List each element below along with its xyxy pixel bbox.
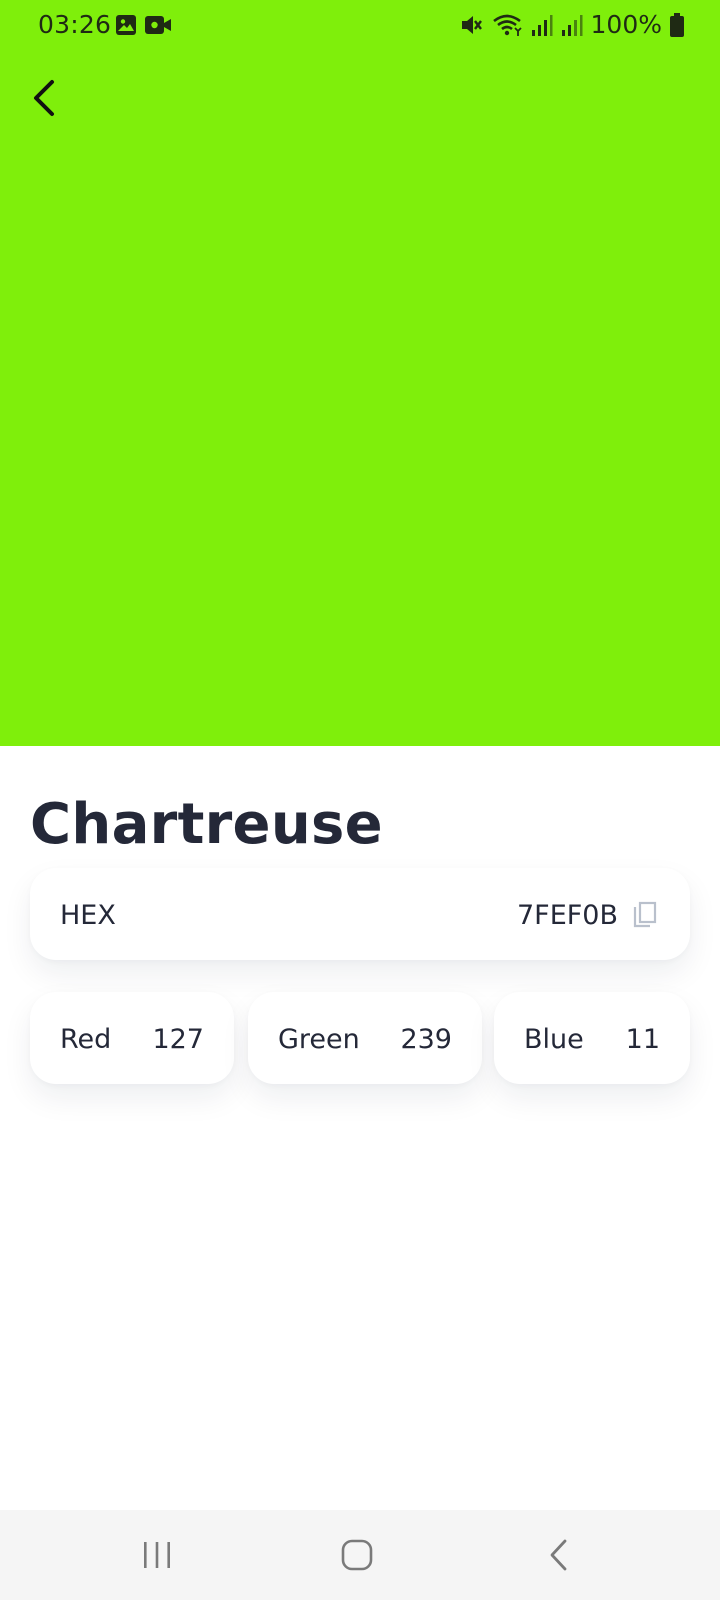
- blue-value: 11: [625, 1024, 660, 1055]
- back-button[interactable]: [20, 72, 68, 124]
- signal-icon: [531, 14, 553, 36]
- hex-value: 7FEF0B: [517, 900, 618, 931]
- copy-icon: [633, 901, 657, 928]
- hex-label: HEX: [60, 900, 116, 931]
- rgb-card-red: Red 127: [30, 992, 234, 1084]
- hex-card: HEX 7FEF0B: [30, 868, 690, 960]
- color-swatch: [0, 0, 720, 746]
- mute-icon: [461, 15, 482, 34]
- copy-hex-button[interactable]: [628, 898, 662, 932]
- rgb-card-green: Green 239: [248, 992, 482, 1084]
- status-left-icons: [114, 13, 172, 37]
- status-right: 100%: [459, 10, 684, 39]
- back-icon: [550, 1539, 567, 1571]
- battery-icon: [670, 12, 684, 37]
- nav-home-button[interactable]: [317, 1528, 397, 1582]
- green-label: Green: [278, 1024, 360, 1055]
- image-icon: [116, 15, 136, 35]
- status-bar: 03:26 100%: [0, 0, 720, 52]
- chevron-left-icon: [34, 80, 54, 116]
- video-icon: [145, 16, 171, 34]
- color-name: Chartreuse: [30, 792, 383, 857]
- battery-percent: 100%: [590, 10, 662, 39]
- color-detail-screen: 03:26 100% Chartreuse HEX 7FEF0B Red 127…: [0, 0, 720, 1600]
- status-time: 03:26: [38, 10, 112, 39]
- red-value: 127: [152, 1024, 204, 1055]
- signal-icon: [561, 14, 583, 36]
- nav-back-button[interactable]: [519, 1528, 599, 1582]
- recents-icon: [144, 1542, 170, 1568]
- red-label: Red: [60, 1024, 112, 1055]
- nav-recents-button[interactable]: [117, 1528, 197, 1582]
- rgb-card-blue: Blue 11: [494, 992, 690, 1084]
- system-nav-bar: [0, 1510, 720, 1600]
- blue-label: Blue: [524, 1024, 584, 1055]
- home-icon: [341, 1539, 373, 1571]
- wifi-icon: [492, 14, 522, 36]
- green-value: 239: [400, 1024, 452, 1055]
